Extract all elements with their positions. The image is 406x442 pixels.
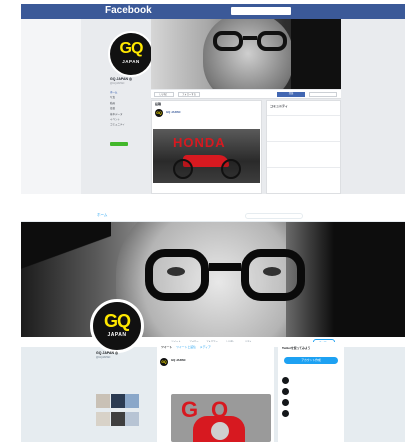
suggested-account[interactable] <box>282 388 342 396</box>
profile-handle[interactable]: @GQJAPAN <box>96 356 156 359</box>
post-image[interactable]: HONDA <box>153 129 260 183</box>
sidebar-divider <box>267 167 340 168</box>
motorcycle-wheel-rear <box>173 159 193 179</box>
media-thumbnail[interactable] <box>96 394 110 408</box>
twitter-home-link[interactable]: ホーム <box>97 213 107 218</box>
facebook-top-bar: Facebook <box>21 4 405 19</box>
signup-card: Twitterを使ってみよう アカウント作成 <box>278 342 344 442</box>
tweet-image-letter: G <box>181 397 199 422</box>
page-cta-button[interactable] <box>110 142 128 146</box>
post-author-name[interactable]: GQ JAPAN <box>166 110 180 114</box>
timeline-tabs: ツイート ツイートと返信 メディア <box>161 345 215 349</box>
glasses-lens-right <box>241 249 305 301</box>
page-profile-picture[interactable]: GQ JAPAN <box>108 31 154 77</box>
avatar <box>282 410 289 417</box>
media-thumbnail[interactable] <box>110 412 125 426</box>
profile-name[interactable]: GQ JAPAN ◎ <box>96 351 156 355</box>
suggested-account[interactable] <box>282 410 342 418</box>
honda-logo-text: HONDA <box>173 135 226 150</box>
media-thumbnail[interactable] <box>125 412 139 426</box>
cover-hair-shadow <box>291 19 341 89</box>
facebook-logo[interactable]: Facebook <box>105 5 152 16</box>
sidebar-divider <box>267 141 340 142</box>
tweet-image-figure-head <box>211 422 229 440</box>
media-thumbnail[interactable] <box>110 394 125 408</box>
glasses-lens-left <box>213 31 243 51</box>
tab-tweets-replies[interactable]: ツイートと返信 <box>176 345 196 349</box>
glasses-lens-left <box>145 249 209 301</box>
suggested-account[interactable] <box>282 399 342 407</box>
tweet-author-name[interactable]: GQ JAPAN <box>171 358 185 362</box>
page-nav-community[interactable]: コミュニティ <box>110 122 150 127</box>
avatar <box>282 388 289 395</box>
tab-tweets[interactable]: ツイート <box>161 345 172 349</box>
media-thumbnail[interactable] <box>125 394 139 408</box>
gq-logo-subtext: JAPAN <box>107 332 127 338</box>
signup-card-title: Twitterを使ってみよう <box>282 346 311 350</box>
glasses-graphic <box>145 249 305 301</box>
sidebar-divider <box>267 115 340 116</box>
facebook-left-gutter <box>21 19 81 194</box>
profile-info: GQ JAPAN ◎ @GQJAPAN <box>96 351 156 363</box>
cover-portrait <box>203 19 293 89</box>
post-author-avatar[interactable]: GQ <box>155 109 163 117</box>
facebook-page-screenshot: Facebook GQ JAPAN GQ JAPAN ◎ @GQJAPAN ホー… <box>21 4 405 194</box>
tweet-timeline: ツイート ツイートと返信 メディア GQ GQ JAPAN G Q <box>157 342 274 442</box>
page-sidebar-card: コミュニティ <box>266 100 341 194</box>
page-nav-list: ホーム 写真 動画 投稿 基本データ イベント コミュニティ <box>110 90 150 128</box>
sidebar-community-title: コミュニティ <box>270 104 288 108</box>
glasses-lens-right <box>257 31 287 51</box>
follow-button[interactable]: フォローする <box>178 91 200 97</box>
feed-post: 投稿 GQ GQ JAPAN HONDA <box>151 100 262 194</box>
avatar <box>282 399 289 406</box>
like-button[interactable]: いいね！ <box>154 91 174 97</box>
media-thumbnails <box>96 394 142 430</box>
banner-hair-left <box>21 222 111 282</box>
page-action-bar: いいね！ フォローする 登録 <box>151 90 341 99</box>
gq-logo-text: GQ <box>103 311 131 331</box>
suggested-account[interactable] <box>282 377 342 385</box>
create-account-button[interactable]: アカウント作成 <box>284 357 338 364</box>
posts-section-label: 投稿 <box>155 102 162 106</box>
page-handle[interactable]: @GQJAPAN <box>110 82 124 85</box>
profile-header-banner[interactable] <box>21 222 405 337</box>
profile-avatar[interactable]: GQ JAPAN <box>90 299 144 353</box>
twitter-search-input[interactable] <box>245 213 303 219</box>
gq-logo-subtext: JAPAN <box>122 59 140 64</box>
page-name[interactable]: GQ JAPAN ◎ <box>110 77 132 81</box>
gq-logo-text: GQ <box>119 40 144 57</box>
tweet-image[interactable]: G Q <box>171 394 271 442</box>
avatar <box>282 377 289 384</box>
tab-media[interactable]: メディア <box>200 345 211 349</box>
glasses-bridge <box>243 36 257 40</box>
glasses-bridge <box>209 263 241 271</box>
tweet-author-avatar[interactable]: GQ <box>160 358 168 366</box>
message-button[interactable] <box>309 91 337 97</box>
signup-button[interactable]: 登録 <box>277 91 305 97</box>
twitter-profile-screenshot: ホーム ツイート フォロー フォロワー いいね リスト フォロー GQ JAPA… <box>21 210 405 442</box>
glasses-graphic <box>213 31 287 51</box>
motorcycle-wheel-front <box>221 159 241 179</box>
facebook-search-input[interactable] <box>231 7 291 15</box>
twitter-top-nav: ホーム <box>21 210 405 222</box>
cover-photo[interactable] <box>151 19 341 89</box>
media-thumbnail[interactable] <box>96 412 110 426</box>
